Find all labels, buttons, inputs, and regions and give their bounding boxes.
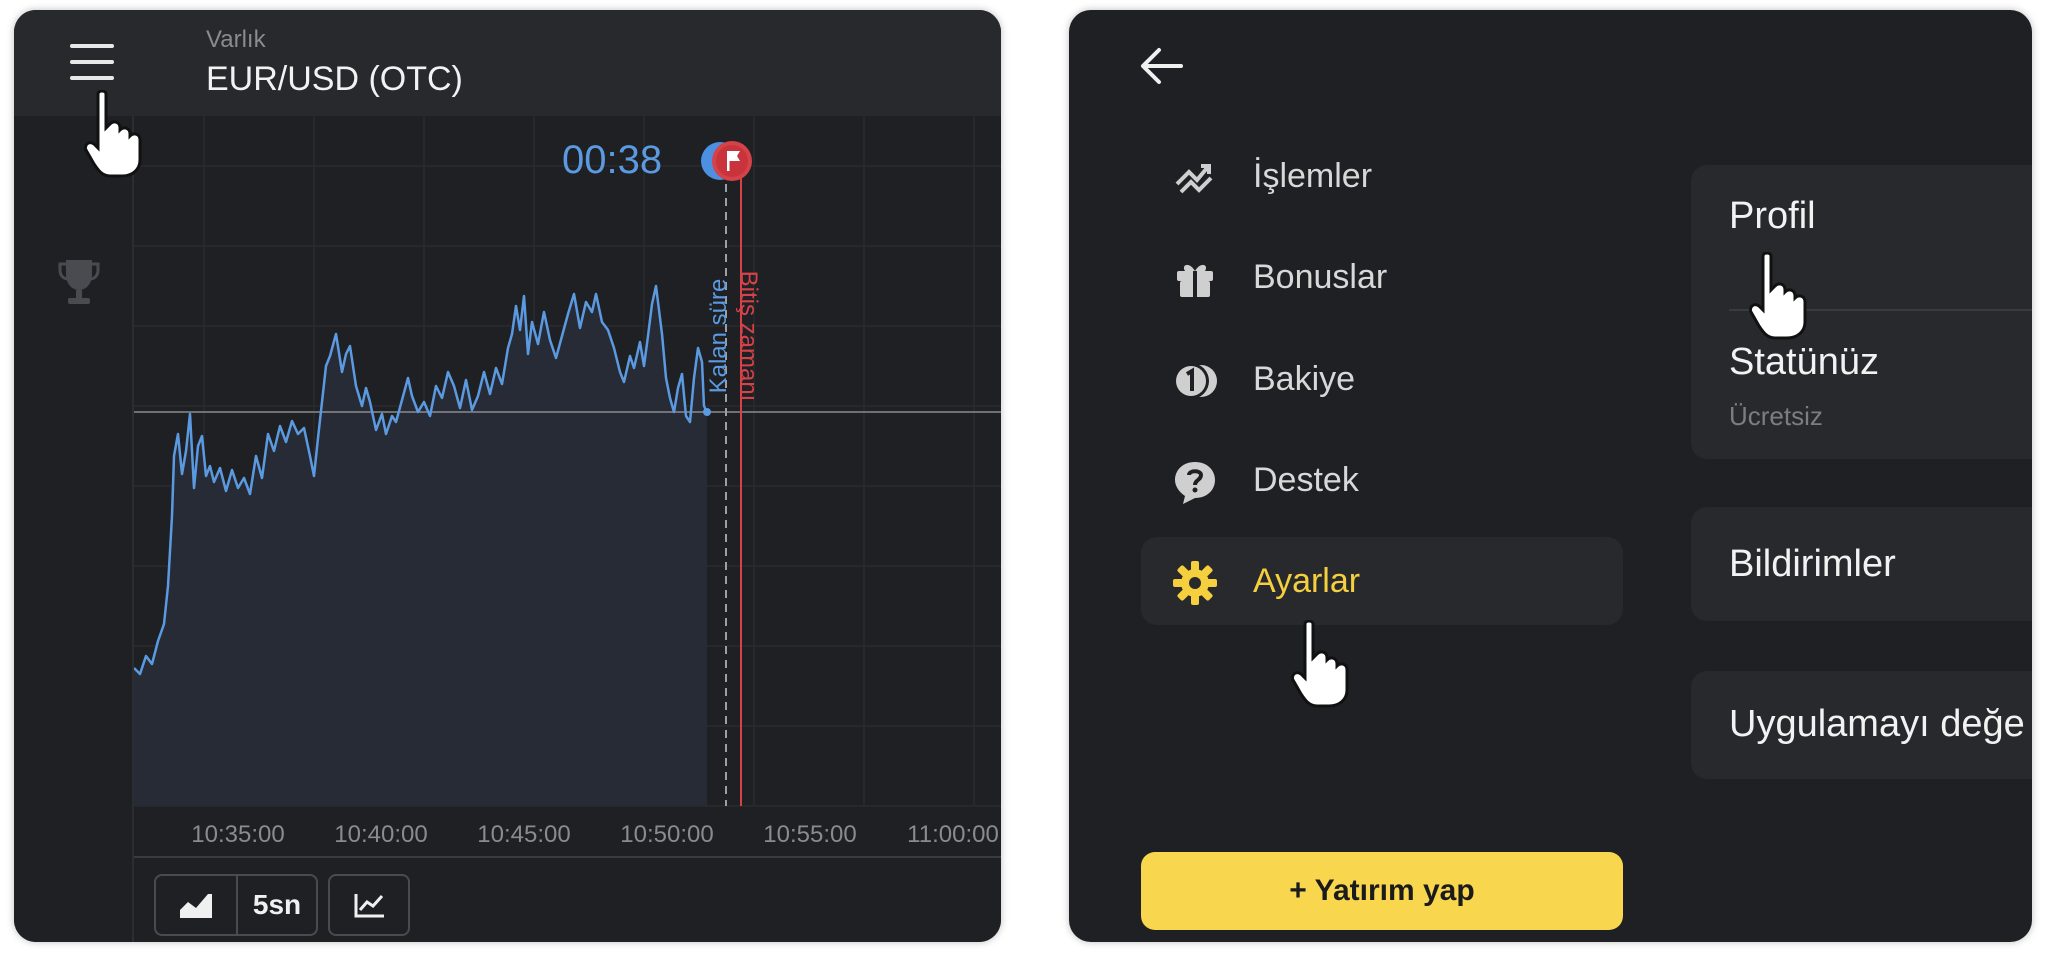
menu-item-label: İşlemler [1253,157,1373,195]
menu-item-support[interactable]: Destek [1141,436,1623,524]
flag-icon [701,141,752,181]
countdown-timer: 00:38 [562,138,663,182]
top-bar: Varlık EUR/USD (OTC) [14,10,1001,116]
menu-item-label: Bakiye [1253,360,1356,398]
account-card: Profil Statünüz Ücretsiz [1691,165,2032,459]
gear-icon [1173,561,1217,605]
chart-type-interval-group: 5sn [154,874,318,936]
hamburger-menu-icon[interactable] [70,42,114,82]
remaining-time-label: Kalan süre [705,279,732,394]
menu-item-bonuses[interactable]: Bonuslar [1141,233,1623,321]
time-axis-label: 10:50:00 [620,821,713,848]
menu-item-trades[interactable]: İşlemler [1141,132,1623,220]
change-app-label: Uygulamayı değe [1729,703,2025,745]
menu-item-label: Ayarlar [1253,562,1361,600]
current-price-dot [703,408,711,416]
time-interval-button[interactable]: 5sn [238,876,316,934]
deposit-button[interactable]: + Yatırım yap [1141,852,1623,930]
time-axis-label: 10:40:00 [334,821,427,848]
time-axis-label: 10:55:00 [763,821,856,848]
change-app-card[interactable]: Uygulamayı değe [1691,671,2032,779]
gift-icon [1177,264,1213,297]
balance-icon [1173,363,1217,399]
trophy-icon[interactable] [58,256,100,308]
indicators-button[interactable] [328,874,410,936]
time-axis-label: 11:00:00 [907,821,999,848]
menu-item-label: Destek [1253,461,1359,499]
menu-item-label: Bonuslar [1253,258,1388,296]
indicators-icon [354,894,384,918]
area-chart-icon[interactable] [178,890,214,920]
chart-toolbar: 5sn [134,856,1001,942]
left-sidebar [14,116,134,942]
notifications-card[interactable]: Bildirimler [1691,507,2032,621]
price-area-fill [134,286,707,806]
asset-label: Varlık [206,26,266,53]
profile-link[interactable]: Profil [1729,195,1816,238]
status-title[interactable]: Statünüz [1729,341,1879,384]
time-axis-label: 10:45:00 [477,821,570,848]
price-chart[interactable]: Kalan süre Bitiş zamanı 10:35:00 10:40:00… [133,116,1001,856]
menu-item-balance[interactable]: Bakiye [1141,335,1623,423]
trading-screen-panel: Varlık EUR/USD (OTC) Kalan süre Bitiş za… [14,10,1001,942]
trades-icon [1175,164,1213,194]
pointer-hand-cursor [1291,620,1349,708]
expiry-time-label: Bitiş zamanı [735,271,762,402]
support-icon [1175,462,1215,504]
back-arrow-icon[interactable] [1137,46,1185,86]
pointer-hand-cursor [1749,252,1807,340]
notifications-label: Bildirimler [1729,543,1896,585]
time-axis-label: 10:35:00 [191,821,284,848]
asset-selector[interactable]: EUR/USD (OTC) [206,60,463,99]
menu-item-settings[interactable]: Ayarlar [1141,537,1623,625]
status-value: Ücretsiz [1729,401,1823,431]
settings-menu-panel: İşlemler Bonuslar Bakiye Destek Ayarlar … [1069,10,2032,942]
pointer-hand-cursor [84,90,142,178]
price-chart-svg: Kalan süre Bitiş zamanı 10:35:00 10:40:00… [133,116,1001,848]
